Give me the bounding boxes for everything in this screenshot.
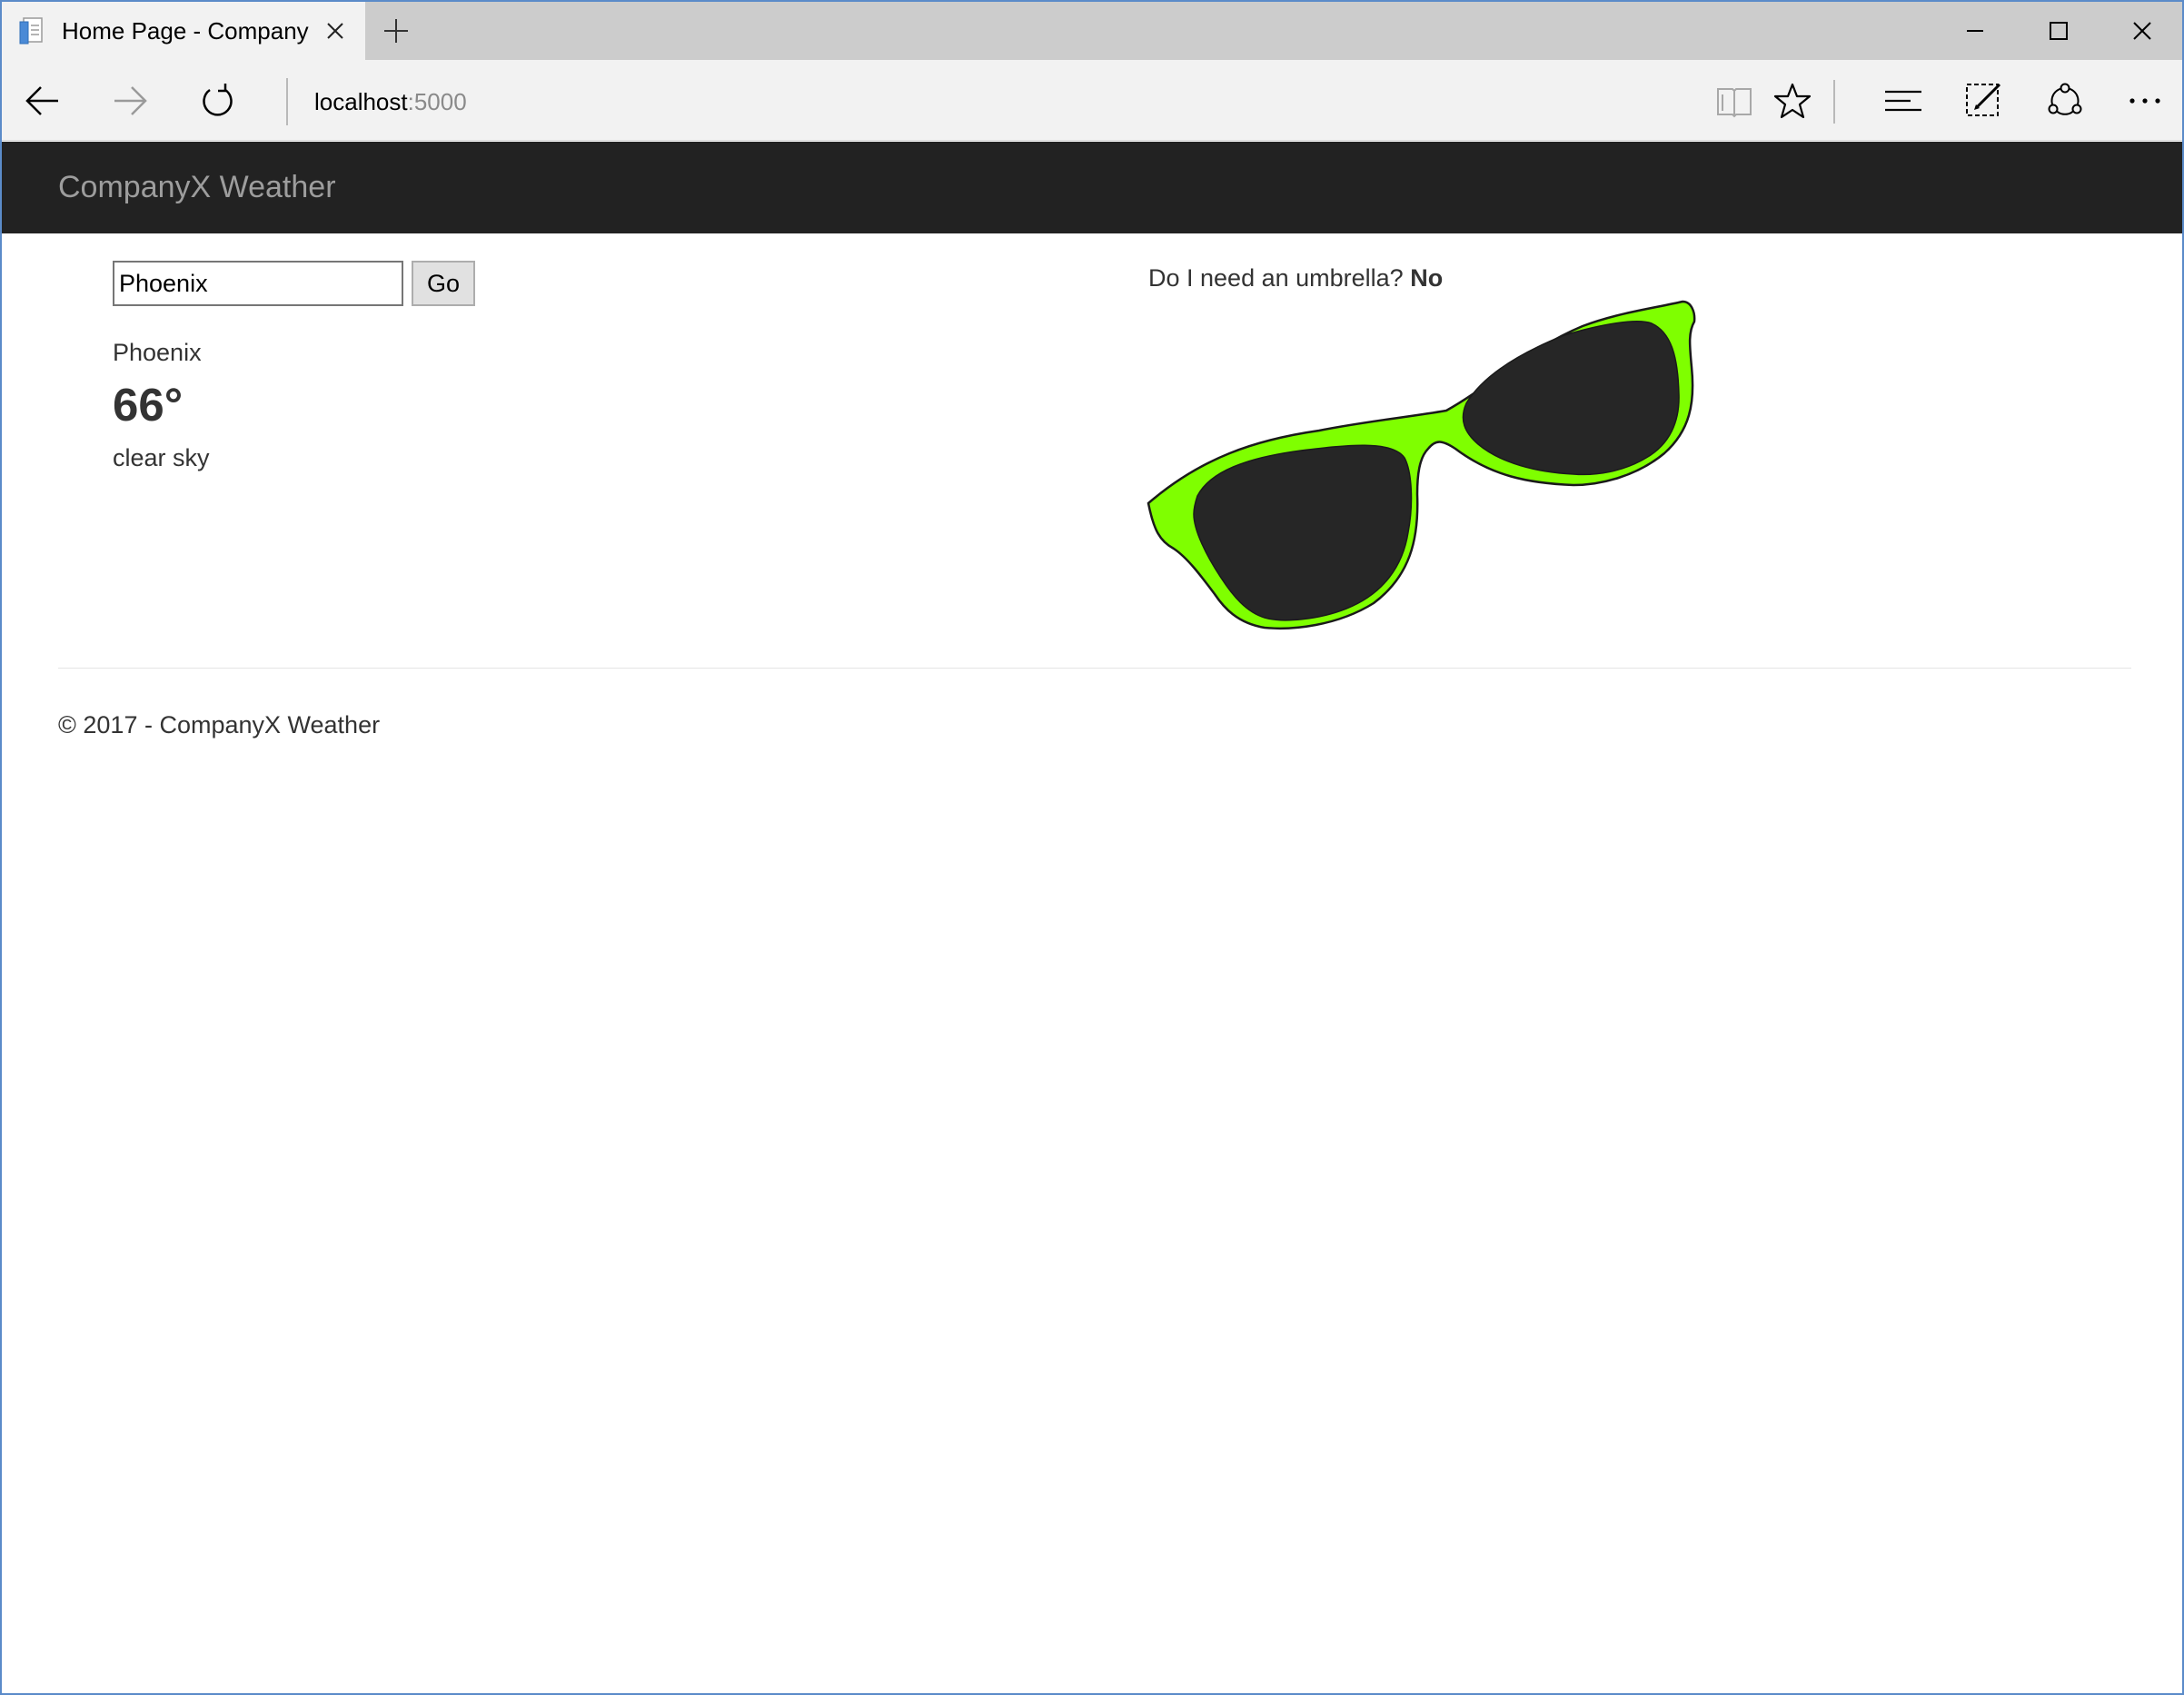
hub-button[interactable] xyxy=(1881,78,1926,124)
page-icon xyxy=(19,17,43,45)
close-icon[interactable] xyxy=(322,17,349,45)
tab-home-page[interactable]: Home Page - CompanyX Weather xyxy=(2,2,365,60)
address-port: :5000 xyxy=(407,88,467,115)
umbrella-question-text: Do I need an umbrella? xyxy=(1148,264,1404,292)
forward-arrow-icon xyxy=(114,86,147,115)
browser-toolbar: localhost:5000 xyxy=(2,60,2182,141)
back-arrow-icon xyxy=(25,86,58,115)
sunglasses-illustration xyxy=(1147,300,1696,630)
reading-view-icon xyxy=(1717,88,1752,118)
back-button[interactable] xyxy=(20,78,65,124)
tab-strip: Home Page - CompanyX Weather xyxy=(2,2,2182,60)
sunglasses-right-lens xyxy=(1462,321,1680,476)
star-icon xyxy=(1773,83,1812,119)
close-icon xyxy=(2133,22,2151,40)
temperature: 66° xyxy=(113,379,184,431)
footer-copyright: © 2017 - CompanyX Weather xyxy=(58,711,381,738)
address-separator xyxy=(286,78,288,125)
tab-title: Home Page - CompanyX Weather xyxy=(62,17,309,45)
weather-description: clear sky xyxy=(113,444,210,471)
minimize-icon xyxy=(1967,30,1983,32)
footer-divider xyxy=(58,668,2131,669)
maximize-button[interactable] xyxy=(2017,2,2100,60)
share-icon xyxy=(2048,83,2082,115)
more-button[interactable] xyxy=(2122,78,2168,124)
city-search-input[interactable] xyxy=(113,261,403,306)
more-icon xyxy=(2129,98,2160,104)
umbrella-question: Do I need an umbrella? No xyxy=(1148,262,1443,294)
maximize-icon xyxy=(2050,22,2068,40)
web-note-icon xyxy=(1966,83,2001,116)
brand-link[interactable]: CompanyX Weather xyxy=(58,167,336,207)
city-name: Phoenix xyxy=(113,339,202,366)
refresh-button[interactable] xyxy=(194,78,240,124)
plus-icon[interactable] xyxy=(380,15,412,47)
share-button[interactable] xyxy=(2042,78,2088,124)
refresh-icon xyxy=(203,84,233,116)
minimize-button[interactable] xyxy=(1933,2,2017,60)
web-note-button[interactable] xyxy=(1961,78,2006,124)
address-bar[interactable]: localhost:5000 xyxy=(314,84,467,120)
browser-window: Home Page - CompanyX Weather xyxy=(0,0,2184,1695)
umbrella-answer: No xyxy=(1410,264,1444,292)
site-navbar: CompanyX Weather xyxy=(2,142,2182,233)
go-button[interactable]: Go xyxy=(412,261,475,306)
address-host: localhost xyxy=(314,88,408,115)
reading-view-button[interactable] xyxy=(1712,78,1757,124)
hub-icon xyxy=(1885,90,1921,112)
window-close-button[interactable] xyxy=(2100,2,2182,60)
forward-button[interactable] xyxy=(107,78,153,124)
toolbar-separator xyxy=(1833,80,1835,124)
favorites-button[interactable] xyxy=(1770,78,1815,124)
